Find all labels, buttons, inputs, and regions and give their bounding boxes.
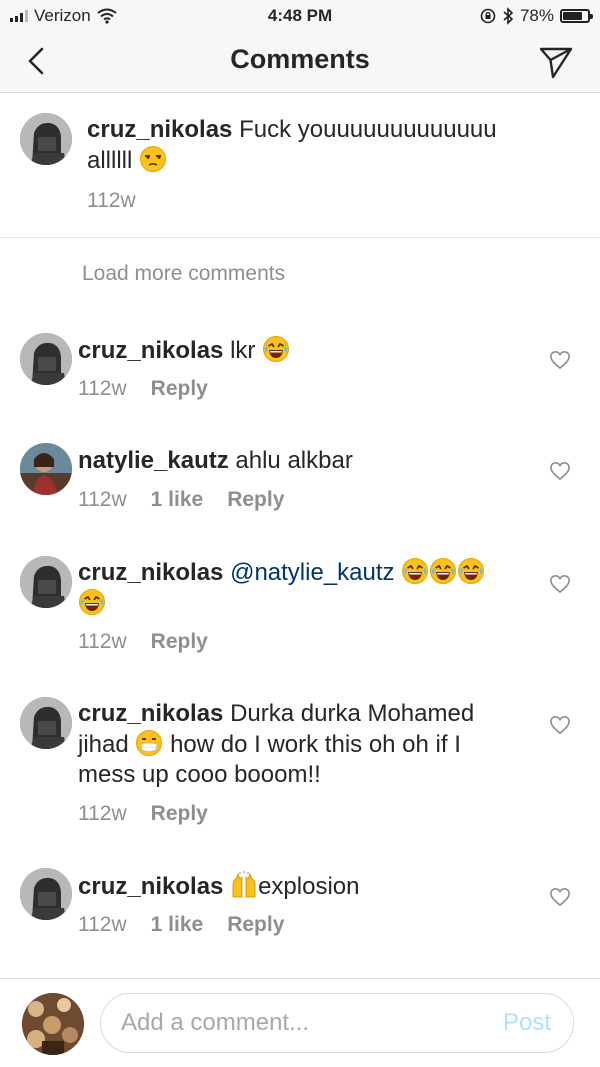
comment-body: explosion <box>258 873 360 900</box>
comment-text: cruz_nikolas Durka durka Mohamed jihad h… <box>78 699 528 790</box>
username[interactable]: cruz_nikolas <box>78 873 223 900</box>
reply-button[interactable]: Reply <box>227 913 284 937</box>
load-more-comments[interactable]: Load more comments <box>82 262 285 286</box>
comment-body: lkr <box>230 337 256 364</box>
comment-composer: Post <box>0 978 600 1067</box>
username[interactable]: cruz_nikolas <box>78 700 223 727</box>
status-bar: Verizon 4:48 PM 78% <box>0 0 600 32</box>
reply-button[interactable]: Reply <box>227 488 284 512</box>
comment-meta: 112w Reply <box>78 377 208 401</box>
avatar[interactable] <box>20 868 72 920</box>
laughing-face-icon <box>262 335 290 363</box>
page-title: Comments <box>230 44 370 74</box>
bluetooth-icon <box>503 7 514 25</box>
comment-body: Durka durka Mohamed <box>230 700 475 727</box>
caption: cruz_nikolas Fuck youuuuuuuuuuuuu alllll… <box>0 93 600 238</box>
current-user-avatar <box>22 993 84 1055</box>
battery-percent: 78% <box>519 6 554 25</box>
comment-body: how do I work this oh oh if I <box>170 731 461 758</box>
face-with-mask-icon <box>135 729 163 757</box>
comment-meta: 112w 1 like Reply <box>78 488 284 512</box>
battery-icon <box>560 9 593 23</box>
raising-hands-icon <box>230 871 258 899</box>
reply-button[interactable]: Reply <box>151 630 208 654</box>
comment-meta: 112w Reply <box>78 630 208 654</box>
like-count[interactable]: 1 like <box>151 488 204 512</box>
comment-text: cruz_nikolas @natylie_kautz <box>78 557 528 619</box>
avatar[interactable] <box>20 333 72 385</box>
timestamp: 112w <box>78 630 127 653</box>
post-button[interactable]: Post <box>503 1009 551 1037</box>
status-right: 78% <box>480 6 593 26</box>
heart-icon[interactable] <box>549 574 571 594</box>
direct-send-icon[interactable] <box>538 44 574 80</box>
heart-icon[interactable] <box>549 461 571 481</box>
comment-text: cruz_nikolas lkr <box>78 335 528 366</box>
timestamp: 112w <box>78 802 127 825</box>
laughing-face-icon <box>429 557 457 585</box>
avatar[interactable] <box>20 556 72 608</box>
caption-text: cruz_nikolas Fuck youuuuuuuuuuuuu alllll… <box>87 115 527 176</box>
comment-body: ahlu alkbar <box>235 447 353 474</box>
comment-meta: 112w Reply <box>78 802 208 826</box>
timestamp: 112w <box>78 913 127 936</box>
avatar[interactable] <box>20 113 72 165</box>
laughing-face-icon <box>457 557 485 585</box>
avatar[interactable] <box>20 443 72 495</box>
username[interactable]: cruz_nikolas <box>87 116 232 143</box>
username[interactable]: cruz_nikolas <box>78 337 223 364</box>
reply-button[interactable]: Reply <box>151 802 208 826</box>
orientation-lock-icon <box>480 8 496 24</box>
nav-bar: Comments <box>0 32 600 93</box>
laughing-face-icon <box>78 588 106 616</box>
caption-meta: 112w <box>87 189 136 213</box>
heart-icon[interactable] <box>549 350 571 370</box>
username[interactable]: natylie_kautz <box>78 447 229 474</box>
like-count[interactable]: 1 like <box>151 913 204 937</box>
comment-meta: 112w 1 like Reply <box>78 913 284 937</box>
comment-input[interactable] <box>119 1008 483 1038</box>
comment-body: jihad <box>78 731 129 758</box>
heart-icon[interactable] <box>549 715 571 735</box>
timestamp: 112w <box>78 377 127 400</box>
reply-button[interactable]: Reply <box>151 377 208 401</box>
comment-box: Post <box>100 993 574 1053</box>
avatar[interactable] <box>20 697 72 749</box>
timestamp: 112w <box>78 488 127 511</box>
comment-text: cruz_nikolas explosion <box>78 871 528 902</box>
heart-icon[interactable] <box>549 887 571 907</box>
mention-link[interactable]: @natylie_kautz <box>230 559 394 586</box>
username[interactable]: cruz_nikolas <box>78 559 223 586</box>
comment-body: mess up cooo booom!! <box>78 761 321 788</box>
laughing-face-icon <box>401 557 429 585</box>
comment-text: natylie_kautz ahlu alkbar <box>78 446 528 476</box>
timestamp: 112w <box>87 189 136 212</box>
unamused-face-icon <box>139 145 167 173</box>
